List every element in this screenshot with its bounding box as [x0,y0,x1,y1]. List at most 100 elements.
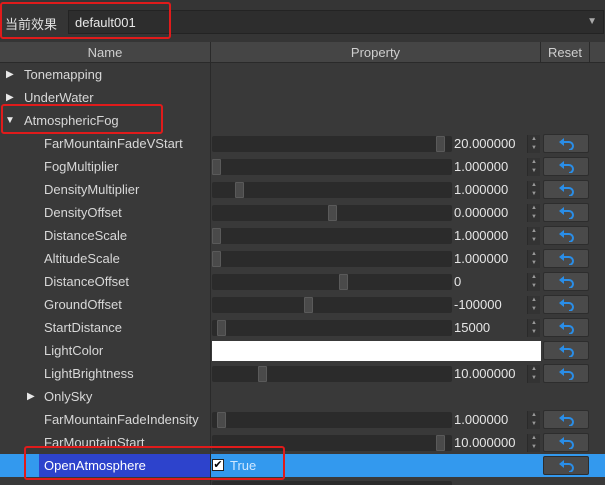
reset-button[interactable] [543,318,589,337]
group-row-atmosphericfog[interactable]: ▼ AtmosphericFog [0,109,605,132]
value-slider[interactable] [212,481,452,485]
property-row-openatmosphere[interactable]: OpenAtmosphere ✔ True [0,454,605,477]
group-row-tonemapping[interactable]: ▶ Tonemapping [0,63,605,86]
spin-buttons[interactable]: ▲ ▼ [527,250,540,268]
column-property[interactable]: Property [211,42,541,63]
value-field[interactable]: 15000 [452,319,529,337]
spin-buttons[interactable]: ▲ ▼ [527,296,540,314]
value-field[interactable]: 1.000000 [452,227,529,245]
property-row-lightcolor[interactable]: LightColor [0,339,605,362]
property-row[interactable]: DistanceOffset 0 ▲ ▼ [0,270,605,293]
value-field[interactable]: 1.000000 [452,250,529,268]
value-slider[interactable] [212,435,452,451]
property-row-lightbrightness[interactable]: LightBrightness 10.000000 ▲ ▼ [0,362,605,385]
slider-thumb[interactable] [328,205,337,221]
column-reset[interactable]: Reset [541,42,590,63]
value-slider[interactable] [212,228,452,244]
reset-button[interactable] [543,180,589,199]
slider-thumb[interactable] [212,159,221,175]
effect-label: 当前效果 [5,17,58,32]
value-field[interactable]: 10.000000 [452,365,529,383]
slider-thumb[interactable] [212,228,221,244]
slider-thumb[interactable] [217,320,226,336]
property-row[interactable]: DensityOffset 0.000000 ▲ ▼ [0,201,605,224]
value-slider[interactable] [212,320,452,336]
slider-thumb[interactable] [304,297,313,313]
reset-button[interactable] [543,364,589,383]
value-slider[interactable] [212,412,452,428]
color-swatch[interactable] [212,341,541,361]
triangle-right-icon[interactable]: ▶ [27,385,35,408]
value-slider[interactable] [212,251,452,267]
undo-arrow-icon [559,253,574,265]
triangle-right-icon[interactable]: ▶ [6,63,14,86]
value-slider[interactable] [212,136,452,152]
reset-button[interactable] [543,272,589,291]
spin-buttons[interactable]: ▲ ▼ [527,135,540,153]
reset-button[interactable] [543,295,589,314]
column-header: Name Property Reset [0,42,605,63]
property-row[interactable]: DistanceScale 1.000000 ▲ ▼ [0,224,605,247]
reset-button[interactable] [543,157,589,176]
property-row[interactable]: AltitudeScale 1.000000 ▲ ▼ [0,247,605,270]
spin-buttons[interactable]: ▲ ▼ [527,365,540,383]
reset-button[interactable] [543,249,589,268]
value-slider[interactable] [212,205,452,221]
slider-thumb[interactable] [235,182,244,198]
value-field[interactable]: 1.000000 [452,158,529,176]
undo-arrow-icon [559,207,574,219]
property-label: DistanceOffset [44,274,130,289]
value-field[interactable]: 1.000000 [452,411,529,429]
value-field[interactable]: 20.000000 [452,135,529,153]
spin-buttons[interactable]: ▲ ▼ [527,181,540,199]
spin-buttons[interactable]: ▲ ▼ [527,227,540,245]
property-row[interactable]: DensityMultiplier 1.000000 ▲ ▼ [0,178,605,201]
slider-thumb[interactable] [258,366,267,382]
triangle-right-icon[interactable]: ▶ [6,86,14,109]
value-field[interactable]: 0 [452,273,529,291]
reset-button[interactable] [543,456,589,475]
reset-button[interactable] [543,410,589,429]
reset-button[interactable] [543,433,589,452]
reset-button[interactable] [543,226,589,245]
value-slider[interactable] [212,159,452,175]
property-row[interactable]: FarMountainFadeIndensity 1.000000 ▲ ▼ [0,408,605,431]
spin-buttons[interactable]: ▲ ▼ [527,204,540,222]
value-field[interactable]: 0.000000 [452,204,529,222]
property-row-partial [0,477,605,485]
property-row[interactable]: FarMountainFadeVStart 20.000000 ▲ ▼ [0,132,605,155]
slider-thumb[interactable] [436,435,445,451]
slider-thumb[interactable] [436,136,445,152]
spin-buttons[interactable]: ▲ ▼ [527,434,540,452]
slider-thumb[interactable] [217,412,226,428]
checkbox-value: True [230,458,257,473]
value-slider[interactable] [212,366,452,382]
value-slider[interactable] [212,297,452,313]
slider-thumb[interactable] [339,274,348,290]
property-row[interactable]: GroundOffset -100000 ▲ ▼ [0,293,605,316]
spin-buttons[interactable]: ▲ ▼ [527,158,540,176]
chevron-down-icon[interactable]: ▼ [587,16,597,27]
group-label: OnlySky [44,389,93,404]
reset-button[interactable] [543,341,589,360]
triangle-down-icon[interactable]: ▼ [5,109,15,132]
group-row-underwater[interactable]: ▶ UnderWater [0,86,605,109]
slider-thumb[interactable] [212,251,221,267]
reset-button[interactable] [543,134,589,153]
reset-button[interactable] [543,203,589,222]
value-field[interactable]: 1.000000 [452,181,529,199]
checkbox[interactable]: ✔ [212,459,224,471]
group-row-onlysky[interactable]: ▶ OnlySky [0,385,605,408]
value-field[interactable]: -100000 [452,296,529,314]
spin-buttons[interactable]: ▲ ▼ [527,319,540,337]
property-row[interactable]: FogMultiplier 1.000000 ▲ ▼ [0,155,605,178]
value-slider[interactable] [212,182,452,198]
spin-buttons[interactable]: ▲ ▼ [527,273,540,291]
value-field[interactable]: 10.000000 [452,434,529,452]
property-row[interactable]: StartDistance 15000 ▲ ▼ [0,316,605,339]
column-name[interactable]: Name [0,42,211,63]
effect-select[interactable]: default001 ▼ [68,10,604,34]
spin-buttons[interactable]: ▲ ▼ [527,411,540,429]
value-slider[interactable] [212,274,452,290]
property-row[interactable]: FarMountainStart 10.000000 ▲ ▼ [0,431,605,454]
